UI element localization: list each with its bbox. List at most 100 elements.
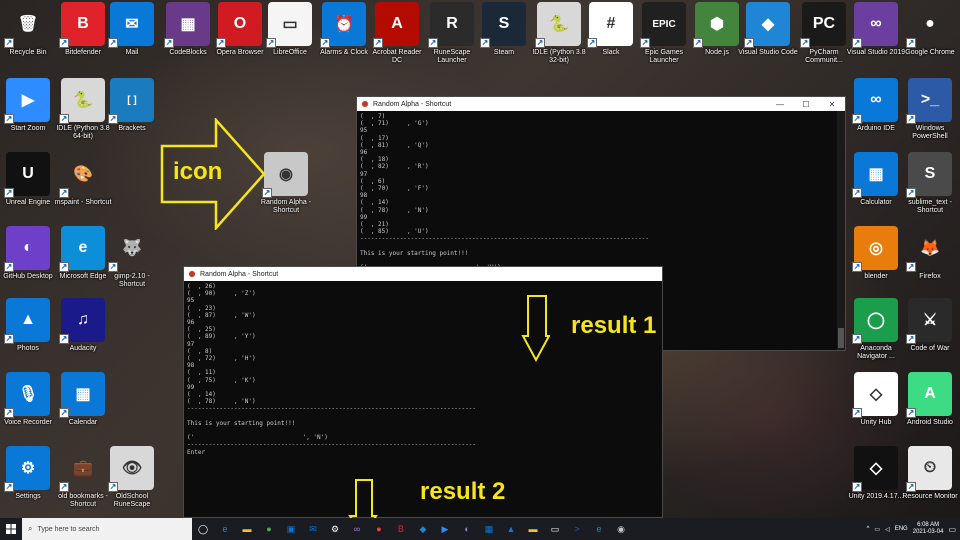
desktop-icon[interactable]: ◐ ↗ GitHub Desktop (0, 226, 56, 300)
calculator-taskbar-icon[interactable]: ▦ (478, 518, 500, 540)
desktop-icon-label: Start Zoom (10, 125, 46, 132)
random-alpha-taskbar-icon[interactable]: ◉ (610, 518, 632, 540)
desktop-icon[interactable]: R ↗ RuneScape Launcher (424, 2, 480, 76)
desktop-icon[interactable]: ▭ ↗ LibreOffice (262, 2, 318, 76)
desktop-icon[interactable]: 🐍 ↗ IDLE (Python 3.8 32-bit) (531, 2, 587, 76)
task-view-icon[interactable]: ◯ (192, 518, 214, 540)
chrome-taskbar-icon[interactable]: ● (258, 518, 280, 540)
chrome2-taskbar-icon[interactable]: ● (368, 518, 390, 540)
window-1-titlebar[interactable]: Random Alpha - Shortcut — ☐ ✕ (357, 97, 845, 111)
desktop-icon[interactable]: EPIC ↗ Epic Games Launcher (636, 2, 692, 76)
scrollbar-thumb[interactable] (838, 328, 844, 348)
desktop-icon[interactable]: 🎨 ↗ mspaint - Shortcut (55, 152, 112, 226)
desktop-icon[interactable]: ▶ ↗ Start Zoom (0, 78, 56, 152)
desktop-icon[interactable]: 🗑 ↗ Recycle Bin (0, 2, 56, 76)
network-icon[interactable]: ▭ (874, 526, 880, 533)
powershell-taskbar-icon[interactable]: > (566, 518, 588, 540)
desktop-icon-label: Acrobat Reader DC (372, 49, 422, 64)
photos-taskbar-icon[interactable]: ▲ (500, 518, 522, 540)
desktop-icon-label: Windows PowerShell (912, 125, 948, 140)
language-indicator[interactable]: ENG (895, 526, 908, 532)
shortcut-arrow-icon: ↗ (906, 114, 916, 124)
desktop-icon[interactable]: ▦ ↗ Calculator (848, 152, 904, 226)
desktop-icon[interactable]: [ ] ↗ Brackets (104, 78, 160, 152)
taskbar-search-input[interactable]: ⌕ Type here to search (22, 518, 192, 540)
desktop-icon[interactable]: ◎ ↗ blender (848, 226, 904, 300)
shortcut-arrow-icon: ↗ (59, 334, 69, 344)
desktop-icon[interactable]: ⬢ ↗ Node.js (689, 2, 745, 76)
mail-taskbar-icon[interactable]: ✉ (302, 518, 324, 540)
desktop-icon[interactable]: ▲ ↗ Photos (0, 298, 56, 372)
desktop-icon[interactable]: >_ ↗ Windows PowerShell (902, 78, 958, 152)
desktop-icon[interactable]: ∞ ↗ Visual Studio 2019 (846, 2, 906, 76)
close-button[interactable]: ✕ (819, 100, 845, 109)
desktop-icon[interactable]: 🐍 ↗ IDLE (Python 3.8 64-bit) (55, 78, 111, 152)
desktop-icon[interactable]: ⚙ ↗ Settings (0, 446, 56, 520)
edge-taskbar-icon[interactable]: e (214, 518, 236, 540)
app-icon: ▦ ↗ (852, 152, 898, 198)
desktop-icon[interactable]: 🎙 ↗ Voice Recorder (0, 372, 56, 446)
shortcut-arrow-icon: ↗ (108, 38, 118, 48)
desktop-icon[interactable]: A ↗ Android Studio (902, 372, 958, 446)
desktop-icon[interactable]: S ↗ sublime_text - Shortcut (902, 152, 958, 226)
desktop-icon-label: OldSchool RuneScape (113, 493, 151, 508)
bitdefender-taskbar-icon[interactable]: B (390, 518, 412, 540)
desktop-icon[interactable]: PC ↗ PyCharm Communit... (796, 2, 852, 76)
desktop-icon[interactable]: A ↗ Acrobat Reader DC (369, 2, 425, 76)
explorer-taskbar-icon[interactable]: ▬ (236, 518, 258, 540)
desktop-icon[interactable]: ▦ ↗ CodeBlocks (160, 2, 216, 76)
app-icon: 🐍 ↗ (535, 2, 581, 48)
shortcut-arrow-icon: ↗ (59, 482, 69, 492)
desktop-icon[interactable]: ♫ ↗ Audacity (55, 298, 111, 372)
desktop-icon[interactable]: ◯ ↗ Anaconda Navigator ... (848, 298, 904, 372)
maximize-button[interactable]: ☐ (793, 100, 819, 109)
desktop-icon[interactable]: ⏰ ↗ Alarms & Clock (316, 2, 372, 76)
desktop-icon[interactable]: O ↗ Opera Browser (212, 2, 268, 76)
desktop-icon[interactable]: B ↗ Bitdefender (55, 2, 111, 76)
folder-taskbar-icon[interactable]: ▬ (522, 518, 544, 540)
shortcut-arrow-icon: ↗ (59, 38, 69, 48)
desktop-icon[interactable]: ⏲ ↗ Resource Monitor (902, 446, 958, 520)
desktop-icon-label: Visual Studio 2019 (846, 49, 906, 56)
zoom-taskbar-icon[interactable]: ▶ (434, 518, 456, 540)
desktop-icon[interactable]: U ↗ Unreal Engine (0, 152, 56, 226)
desktop-icon[interactable]: S ↗ Steam (476, 2, 532, 76)
clock-time: 6:08 AM (917, 522, 940, 528)
start-button[interactable] (0, 518, 22, 540)
shortcut-arrow-icon: ↗ (852, 334, 862, 344)
desktop-icon[interactable]: 🐺 ↗ gimp-2.10 - Shortcut (104, 226, 160, 300)
shortcut-arrow-icon: ↗ (59, 262, 69, 272)
desktop-icon[interactable]: ⚔ ↗ Code of War (902, 298, 958, 372)
clock[interactable]: 6:08 AM 2021-03-04 (913, 522, 944, 536)
console-output-1[interactable]: ( , 7) ( , 71) , 'G') 95 ( , 17) ( , 81)… (357, 111, 845, 288)
desktop-icon-label: Unity 2019.4.17... (848, 493, 904, 500)
desktop-icon[interactable]: ✉ ↗ Mail (104, 2, 160, 76)
window-2-titlebar[interactable]: Random Alpha - Shortcut (184, 267, 662, 281)
desktop-icon[interactable]: ◇ ↗ Unity Hub (848, 372, 904, 446)
store-taskbar-icon[interactable]: ▣ (280, 518, 302, 540)
settings-taskbar-icon[interactable]: ⚙ (324, 518, 346, 540)
notification-icon[interactable]: ▭ (948, 525, 956, 534)
visual-studio-taskbar-icon[interactable]: ∞ (346, 518, 368, 540)
vscode-taskbar-icon[interactable]: ◆ (412, 518, 434, 540)
minimize-button[interactable]: — (767, 100, 793, 109)
shortcut-arrow-icon: ↗ (59, 114, 69, 124)
desktop-icon[interactable]: ◆ ↗ Visual Studio Code (738, 2, 798, 76)
console-output-2[interactable]: ( , 26) ( , 90) , 'Z') 95 ( , 23) ( , 87… (184, 281, 662, 458)
desktop-icon[interactable]: ▦ ↗ Calendar (55, 372, 111, 446)
app-icon (361, 100, 369, 108)
volume-icon[interactable]: ◁ (885, 526, 890, 533)
github-taskbar-icon[interactable]: ◐ (456, 518, 478, 540)
desktop-icon[interactable]: ∞ ↗ Arduino IDE (848, 78, 904, 152)
window-2-title: Random Alpha - Shortcut (200, 270, 279, 278)
desktop-icon[interactable]: ◇ ↗ Unity 2019.4.17... (848, 446, 904, 520)
desktop-icon[interactable]: # ↗ Slack (583, 2, 639, 76)
desktop-icon[interactable]: ● ↗ Google Chrome (902, 2, 958, 76)
chevron-up-icon[interactable]: ^ (867, 526, 870, 532)
scrollbar[interactable] (837, 111, 845, 350)
desktop-icon[interactable]: 🦊 ↗ Firefox (902, 226, 958, 300)
desktop-icon[interactable]: 👁 ↗ OldSchool RuneScape (104, 446, 160, 520)
edge2-taskbar-icon[interactable]: e (588, 518, 610, 540)
files-taskbar-icon[interactable]: ▭ (544, 518, 566, 540)
app-icon: >_ ↗ (906, 78, 952, 124)
